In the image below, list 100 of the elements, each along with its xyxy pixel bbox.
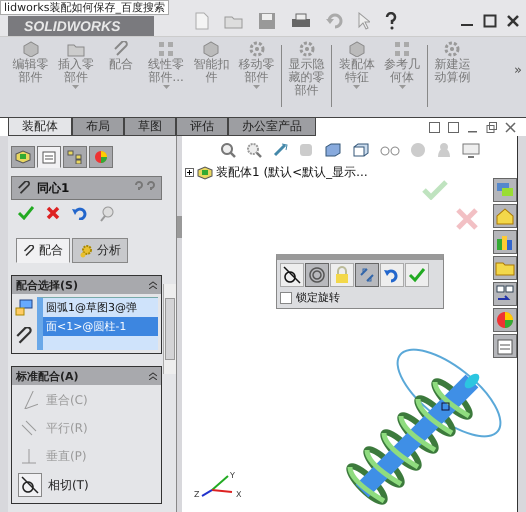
help-icon[interactable] (384, 12, 398, 30)
ok-button[interactable] (405, 263, 429, 287)
ribbon-button[interactable]: 显示隐藏的零部件 (284, 41, 330, 97)
feature-tab[interactable] (11, 146, 35, 168)
library-icon[interactable] (493, 230, 517, 254)
collapse-icon[interactable] (149, 372, 157, 380)
ribbon-button[interactable]: 编辑零部件 (8, 41, 54, 84)
property-sheet-icon (41, 150, 57, 164)
flip-arrows-icon (358, 266, 376, 284)
color-wheel-icon (93, 150, 109, 164)
selection-item[interactable]: 面<1>@圆柱-1 (43, 317, 158, 336)
section-header[interactable]: 配合选择(S) (12, 276, 161, 294)
browser-tooltip: lidworks装配如何保存_百度搜索 (0, 0, 169, 15)
ribbon-button[interactable]: 装配体特征 (334, 41, 380, 89)
ribbon-tab[interactable]: 装配体 (8, 118, 72, 136)
collapse-handle[interactable] (177, 216, 182, 238)
grid-icon (158, 41, 174, 57)
checkbox[interactable] (280, 292, 292, 304)
concentric-button[interactable] (305, 263, 329, 287)
ribbon-tab[interactable]: 办公室产品 (228, 118, 316, 136)
ribbon-tab[interactable]: 布局 (72, 118, 124, 136)
app-logo: SOLIDWORKS (8, 16, 154, 36)
property-title: 同心1 (37, 180, 70, 196)
cube-icon (22, 41, 40, 57)
tangent-button[interactable] (280, 263, 304, 287)
assembly-icon (196, 166, 214, 180)
section-header[interactable]: 标准配合(A) (12, 367, 161, 385)
flip-button[interactable] (355, 263, 379, 287)
view-palette-icon[interactable] (493, 282, 517, 306)
zoom-icon[interactable] (246, 142, 262, 158)
cube-icon (202, 41, 220, 57)
display-tab[interactable] (89, 146, 113, 168)
ok-check-icon[interactable] (18, 206, 34, 220)
save-icon[interactable] (258, 12, 276, 30)
checkbox-label: 锁定旋转 (296, 290, 340, 305)
properties-icon[interactable] (493, 334, 517, 358)
view-orientation-icon[interactable] (324, 142, 342, 158)
expand-icon[interactable] (185, 168, 194, 177)
appearance-icon[interactable] (493, 308, 517, 332)
scrollbar[interactable] (163, 284, 176, 374)
restore-icon[interactable] (486, 122, 497, 132)
ribbon-button[interactable]: 移动零部件 (234, 41, 280, 89)
panel-tab[interactable]: 分析 (72, 238, 128, 263)
cancel-x-icon[interactable] (46, 206, 60, 220)
monitor-icon[interactable] (462, 142, 480, 158)
cube-icon (348, 41, 366, 57)
paperclip-icon (17, 181, 31, 195)
assembly-icon (15, 150, 31, 164)
tile-icon[interactable] (429, 122, 440, 132)
panel-tab[interactable]: 配合 (16, 238, 70, 263)
tree-icon (67, 150, 83, 164)
home-icon[interactable] (493, 204, 517, 228)
property-tab[interactable] (37, 146, 61, 168)
grid-icon (394, 41, 410, 57)
ribbon-button[interactable]: 配合 (98, 41, 144, 71)
ribbon-tab[interactable]: 草图 (124, 118, 176, 136)
tile-icon[interactable] (448, 122, 459, 132)
paperclip-icon (112, 41, 129, 57)
selection-list[interactable]: 圆弧1@草图3@弹 面<1>@圆柱-1 (37, 297, 158, 350)
tangent-icon (18, 473, 42, 497)
config-tab[interactable] (63, 146, 87, 168)
axis-triad-drawing: Z Y X (192, 468, 252, 498)
ribbon-button[interactable]: 新建运动算例 (430, 41, 475, 84)
tree-item[interactable]: 装配体1 (默认<默认_显示... (185, 164, 517, 181)
gear-icon (298, 41, 315, 57)
chat-icon[interactable] (493, 178, 517, 202)
tangent-icon (283, 266, 301, 284)
gear-icon (79, 244, 93, 258)
paperclip-icon (15, 327, 33, 345)
undo-button[interactable] (380, 263, 404, 287)
folder-icon[interactable] (493, 256, 517, 280)
more-button[interactable]: » (514, 63, 522, 78)
gear-icon (248, 41, 265, 57)
ribbon-button[interactable]: 智能扣件 (188, 41, 234, 84)
mate-option[interactable]: 相切(T) (18, 473, 155, 497)
printer-icon[interactable] (290, 12, 312, 30)
maximize-icon[interactable] (483, 14, 497, 28)
ribbon-button[interactable]: 插入零部件 (53, 41, 98, 89)
pin-icon[interactable] (100, 206, 114, 222)
glasses-icon[interactable] (380, 144, 400, 156)
check-icon (408, 266, 426, 284)
close-icon[interactable] (506, 14, 520, 28)
undo-icon[interactable] (72, 206, 88, 220)
close-icon[interactable] (505, 122, 516, 132)
paperclip-icon (23, 244, 35, 256)
ribbon-button[interactable]: 参考几何体 (380, 41, 425, 89)
gear-icon (444, 41, 460, 57)
cube-icon[interactable] (352, 142, 370, 158)
ribbon-tab[interactable]: 评估 (176, 118, 228, 136)
section-title: 标准配合(A) (16, 368, 79, 384)
selection-item[interactable]: 圆弧1@草图3@弹 (43, 298, 158, 317)
lock-icon (333, 266, 351, 284)
zoom-icon[interactable] (220, 142, 236, 158)
ribbon-button[interactable]: 线性零部件... (144, 41, 189, 89)
new-document-icon[interactable] (194, 12, 210, 30)
collapse-icon[interactable] (149, 281, 157, 289)
pointer-icon[interactable] (358, 12, 370, 30)
section-title: 配合选择(S) (16, 278, 78, 292)
tree-label: 装配体1 (默认<默认_显示... (216, 164, 368, 181)
faces-icon (15, 299, 33, 317)
